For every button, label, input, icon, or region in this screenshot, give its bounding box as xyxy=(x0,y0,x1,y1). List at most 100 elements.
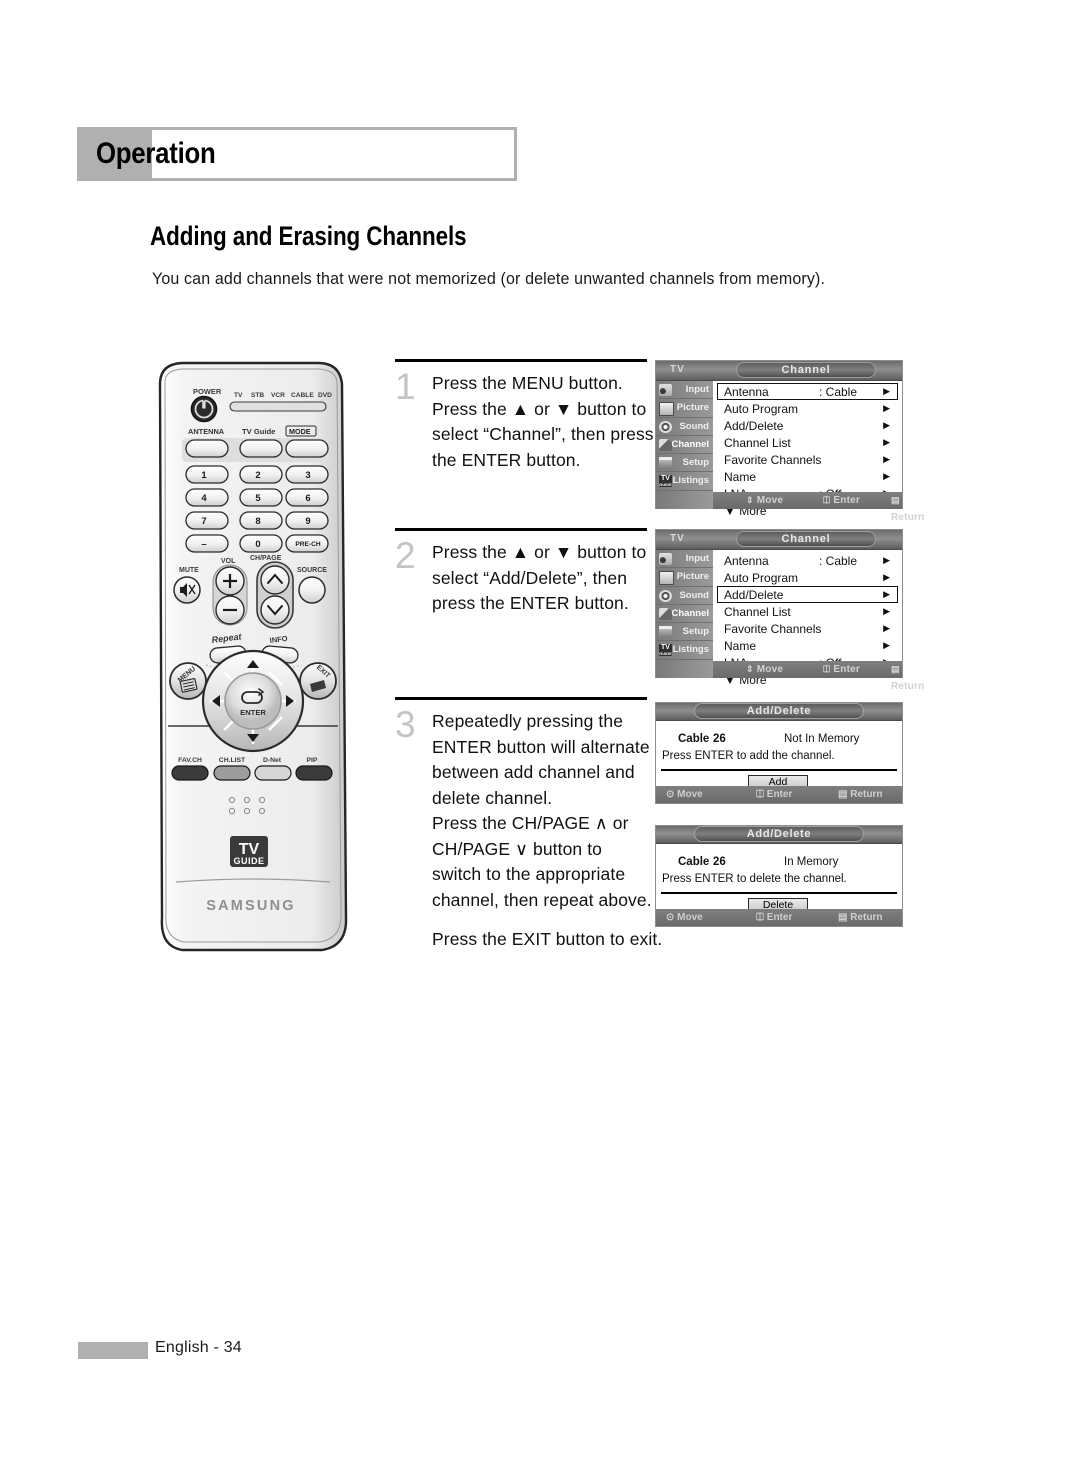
osd-menu-item-auto-program[interactable]: Auto Program ▶ xyxy=(717,400,898,417)
key-3-label: 3 xyxy=(305,470,310,481)
osd-sidebar-item-listings[interactable]: TV GUIDE Listings xyxy=(656,472,713,491)
mode-button[interactable] xyxy=(285,439,329,458)
osd-item-label: Favorite Channels xyxy=(724,622,822,636)
key-1[interactable] xyxy=(185,465,229,484)
osd-menu-item-auto-program[interactable]: Auto Program ▶ xyxy=(717,569,898,586)
osd-add-dialog: Add/Delete Cable 26 Not In Memory Press … xyxy=(655,702,903,804)
osd-sidebar-label: Listings xyxy=(672,475,709,487)
step-line: select “Channel”, then press xyxy=(432,424,654,444)
pip-label: PIP xyxy=(307,757,318,764)
osd-menu-item-favorite-channels[interactable]: Favorite Channels ▶ xyxy=(717,620,898,637)
key-2[interactable] xyxy=(239,465,283,484)
osd-sidebar-item-input[interactable]: Input xyxy=(656,550,713,569)
chevron-right-icon: ▶ xyxy=(883,403,890,413)
ch-list-button[interactable] xyxy=(213,765,251,781)
chpage-up-button[interactable] xyxy=(260,565,290,595)
key-5-label: 5 xyxy=(255,493,261,504)
step-number: 2 xyxy=(395,535,416,576)
tv-guide-button[interactable] xyxy=(239,439,283,458)
osd-menu-item-channel-list[interactable]: Channel List ▶ xyxy=(717,434,898,451)
dialog-hint-enter: ⎅ Enter xyxy=(756,912,793,923)
key-7[interactable] xyxy=(185,511,229,530)
osd-sidebar: Input Picture Sound Channel Setup TV GUID… xyxy=(656,381,714,509)
page-title: Operation xyxy=(96,137,216,170)
step-number: 1 xyxy=(395,366,416,407)
footer-accent-bar xyxy=(78,1342,148,1359)
fav-ch-label: FAV.CH xyxy=(178,757,202,764)
input-icon xyxy=(659,384,672,396)
osd-sidebar-item-picture[interactable]: Picture xyxy=(656,399,713,418)
osd-sidebar-item-setup[interactable]: Setup xyxy=(656,623,713,642)
ch-list-label: CH.LIST xyxy=(219,757,246,764)
dialog-channel-number: 26 xyxy=(713,856,726,868)
step-number: 3 xyxy=(395,704,416,745)
osd-menu-item-name[interactable]: Name ▶ xyxy=(717,468,898,485)
dialog-hint-bar: ⊙ Move ⎅ Enter ▤ Return xyxy=(656,909,902,926)
key-7-label: 7 xyxy=(201,516,206,527)
enter-label: ENTER xyxy=(240,708,266,717)
chevron-right-icon: ▶ xyxy=(883,572,890,582)
source-label: SOURCE xyxy=(297,567,327,574)
chpage-label: CH/PAGE xyxy=(250,555,282,562)
osd-sidebar-item-listings[interactable]: TV GUIDE Listings xyxy=(656,641,713,660)
updown-arrow-icon: ⇕ xyxy=(746,495,754,505)
chevron-right-icon: ▶ xyxy=(883,555,890,565)
osd-channel-menu-step2: TV Channel Input Picture Sound Channel S… xyxy=(655,529,924,692)
key-5[interactable] xyxy=(239,488,283,507)
chpage-down-button[interactable] xyxy=(260,595,290,625)
source-button[interactable] xyxy=(298,576,326,604)
fav-ch-button[interactable] xyxy=(171,765,209,781)
brand-logo: SAMSUNG xyxy=(206,898,296,914)
osd-menu-item-add-delete[interactable]: Add/Delete ▶ xyxy=(717,586,898,603)
osd-sidebar-item-input[interactable]: Input xyxy=(656,381,713,400)
osd-sidebar-item-sound[interactable]: Sound xyxy=(656,418,713,436)
osd-titlebar: TV Channel xyxy=(656,530,902,550)
input-icon xyxy=(659,553,672,565)
enter-button[interactable] xyxy=(224,672,282,730)
key-4[interactable] xyxy=(185,488,229,507)
osd-title: Channel xyxy=(781,533,831,545)
key-dash[interactable] xyxy=(185,534,229,553)
osd-sidebar-item-channel[interactable]: Channel xyxy=(656,605,713,624)
svg-text:VCR: VCR xyxy=(271,392,285,399)
osd-menu-item-antenna[interactable]: Antenna : Cable ▶ xyxy=(717,383,898,400)
pip-button[interactable] xyxy=(295,765,333,781)
svg-text:STB: STB xyxy=(251,392,264,399)
osd-sidebar-label: Picture xyxy=(676,571,709,583)
return-key-icon: ▤ xyxy=(891,664,900,674)
osd-menu-item-channel-list[interactable]: Channel List ▶ xyxy=(717,603,898,620)
d-net-button[interactable] xyxy=(254,765,292,781)
dialog-channel-number: 26 xyxy=(713,733,726,745)
section-title: Adding and Erasing Channels xyxy=(150,221,467,251)
osd-sidebar: Input Picture Sound Channel Setup TV GUID… xyxy=(656,550,714,678)
osd-sidebar-item-setup[interactable]: Setup xyxy=(656,454,713,473)
osd-hint-move: ⇕ Move xyxy=(746,664,784,675)
osd-sidebar-item-channel[interactable]: Channel xyxy=(656,436,713,455)
step-divider xyxy=(395,359,647,362)
key-0-label: 0 xyxy=(255,539,260,550)
step-line: switch to the appropriate xyxy=(432,864,626,884)
osd-sidebar-item-sound[interactable]: Sound xyxy=(656,587,713,605)
dialog-title: Add/Delete xyxy=(746,828,812,840)
osd-menu-item-antenna[interactable]: Antenna : Cable ▶ xyxy=(717,552,898,569)
dialog-hint-return: ▤ Return xyxy=(838,912,883,923)
enter-key-icon: ⎅ xyxy=(756,912,764,923)
osd-item-label: Channel List xyxy=(724,436,791,450)
updown-arrow-icon: ⊙ xyxy=(666,912,675,923)
antenna-button[interactable] xyxy=(185,439,229,458)
osd-menu-item-name[interactable]: Name ▶ xyxy=(717,637,898,654)
channel-icon xyxy=(659,607,672,620)
step-line: between add channel and xyxy=(432,762,635,782)
tv-guide-logo-bottom: GUIDE xyxy=(233,856,264,866)
osd-item-label: Add/Delete xyxy=(724,588,784,602)
setup-icon xyxy=(659,626,672,639)
osd-menu-item-favorite-channels[interactable]: Favorite Channels ▶ xyxy=(717,451,898,468)
osd-sidebar-item-picture[interactable]: Picture xyxy=(656,568,713,587)
osd-hint-move: ⇕ Move xyxy=(746,495,784,506)
dialog-channel-source: Cable xyxy=(678,733,710,745)
osd-menu-item-add-delete[interactable]: Add/Delete ▶ xyxy=(717,417,898,434)
vol-label: VOL xyxy=(221,558,236,565)
key-0[interactable] xyxy=(239,534,283,553)
key-8[interactable] xyxy=(239,511,283,530)
dialog-divider xyxy=(661,892,897,894)
